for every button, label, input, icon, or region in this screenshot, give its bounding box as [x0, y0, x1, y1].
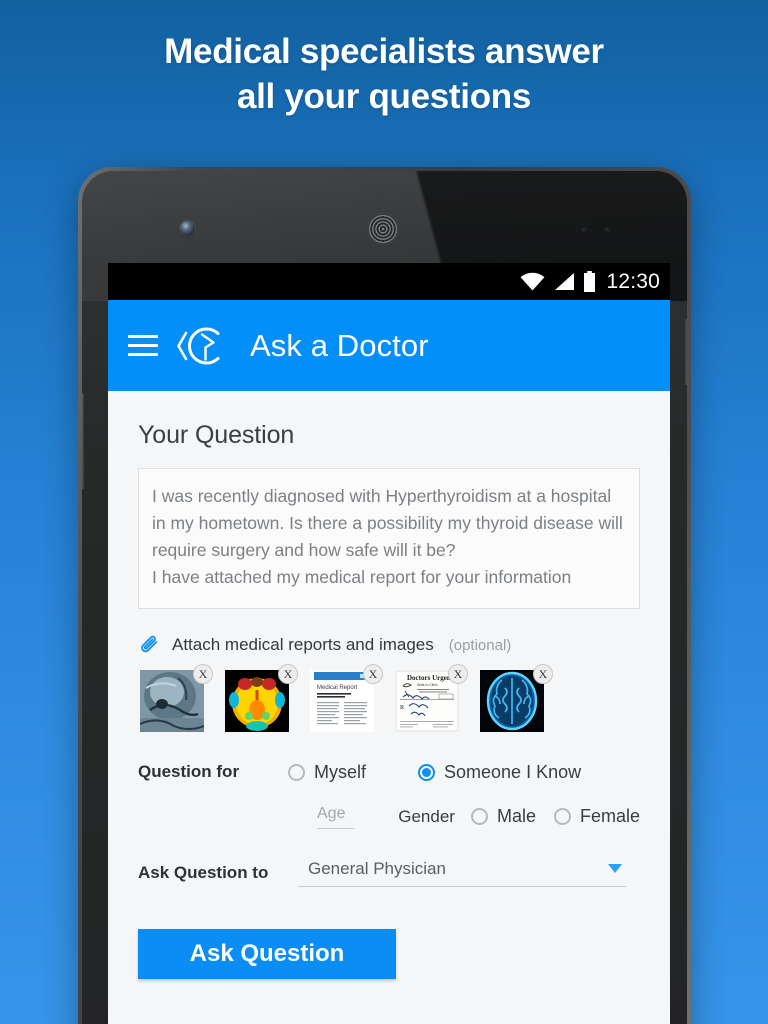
specialty-select[interactable]: General Physician [298, 859, 626, 887]
gender-label: Gender [398, 806, 455, 826]
attach-optional-label: (optional) [448, 636, 512, 654]
attachment-thumbnail[interactable]: X [480, 663, 553, 732]
attachment-thumbnail[interactable]: X [140, 663, 213, 732]
front-camera-icon [180, 221, 195, 236]
ask-question-button[interactable]: Ask Question [138, 928, 396, 979]
paperclip-icon [141, 635, 158, 652]
phone-body: 12:30 Ask a Doctor Your Question I was r… [82, 171, 687, 1024]
chevron-down-icon [608, 864, 622, 873]
app-content: Your Question I was recently diagnosed w… [108, 391, 670, 1024]
remove-attachment-button[interactable]: X [278, 663, 298, 684]
signal-icon [555, 273, 575, 290]
age-input[interactable]: Age [317, 805, 355, 829]
app-bar: Ask a Doctor [108, 300, 670, 391]
remove-attachment-button[interactable]: X [193, 663, 213, 684]
attach-row[interactable]: Attach medical reports and images (optio… [138, 634, 640, 657]
specialty-select-value: General Physician [308, 858, 446, 878]
attachment-thumbnail[interactable]: X [225, 663, 298, 732]
hamburger-menu-icon[interactable] [128, 335, 158, 356]
attachment-thumbnail[interactable]: Doctors Urgent Walk-In Clinic R X [395, 663, 468, 732]
radio-female-indicator [553, 808, 571, 825]
volume-button[interactable] [82, 393, 84, 489]
attachment-thumbnail[interactable]: Medical Report X [310, 663, 383, 732]
remove-attachment-button[interactable]: X [533, 663, 553, 684]
earpiece-speaker-icon [367, 213, 399, 245]
radio-gender-male[interactable]: Male [470, 806, 536, 827]
phone-screen: 12:30 Ask a Doctor Your Question I was r… [108, 263, 670, 1024]
radio-someone-i-know-label: Someone I Know [444, 761, 582, 782]
radio-female-label: Female [579, 806, 640, 826]
radio-myself-indicator [288, 763, 305, 781]
ask-question-to-label: Ask Question to [138, 862, 269, 882]
power-button[interactable] [685, 319, 687, 385]
phone-device-mockup: 12:30 Ask a Doctor Your Question I was r… [78, 167, 691, 1024]
age-gender-row: Age Gender Male Female [138, 805, 640, 829]
radio-male-label: Male [496, 806, 536, 826]
radio-male-indicator [470, 808, 488, 825]
question-for-row: Question for Myself Someone I Know [138, 762, 640, 783]
svg-text:Walk-In Clinic: Walk-In Clinic [417, 683, 438, 687]
radio-question-for-myself[interactable]: Myself [288, 762, 366, 783]
proximity-sensor-icon [581, 227, 588, 234]
remove-attachment-button[interactable]: X [363, 663, 383, 684]
promo-headline-line-2: all your questions [236, 76, 532, 116]
page-title: Your Question [138, 421, 295, 449]
promo-headline-line-1: Medical specialists answer [164, 32, 604, 71]
question-for-label: Question for [138, 762, 240, 781]
svg-text:Medical Report: Medical Report [317, 685, 358, 691]
battery-icon [584, 271, 596, 292]
light-sensor-icon [604, 227, 611, 234]
status-bar-clock: 12:30 [606, 269, 660, 293]
wifi-icon [521, 272, 545, 291]
svg-text:R: R [400, 705, 404, 711]
radio-someone-i-know-indicator [418, 763, 436, 781]
svg-text:Doctors Urgent: Doctors Urgent [407, 674, 454, 682]
brand-logo-icon[interactable] [172, 323, 228, 369]
question-input[interactable]: I was recently diagnosed with Hyperthyro… [138, 468, 640, 609]
radio-gender-female[interactable]: Female [553, 806, 640, 827]
radio-myself-label: Myself [314, 761, 367, 782]
app-bar-title: Ask a Doctor [250, 327, 429, 363]
attach-label: Attach medical reports and images [172, 635, 434, 654]
radio-question-for-someone-i-know[interactable]: Someone I Know [418, 762, 581, 783]
status-bar: 12:30 [108, 263, 670, 300]
attachment-thumbnail-list: X X Medical Report X Doctors Urgent Walk… [138, 663, 640, 732]
question-input-value: I was recently diagnosed with Hyperthyro… [152, 486, 623, 588]
ask-question-to-row: Ask Question to General Physician [138, 859, 640, 887]
remove-attachment-button[interactable]: X [448, 663, 468, 684]
promo-headline: Medical specialists answer all your ques… [0, 30, 768, 120]
